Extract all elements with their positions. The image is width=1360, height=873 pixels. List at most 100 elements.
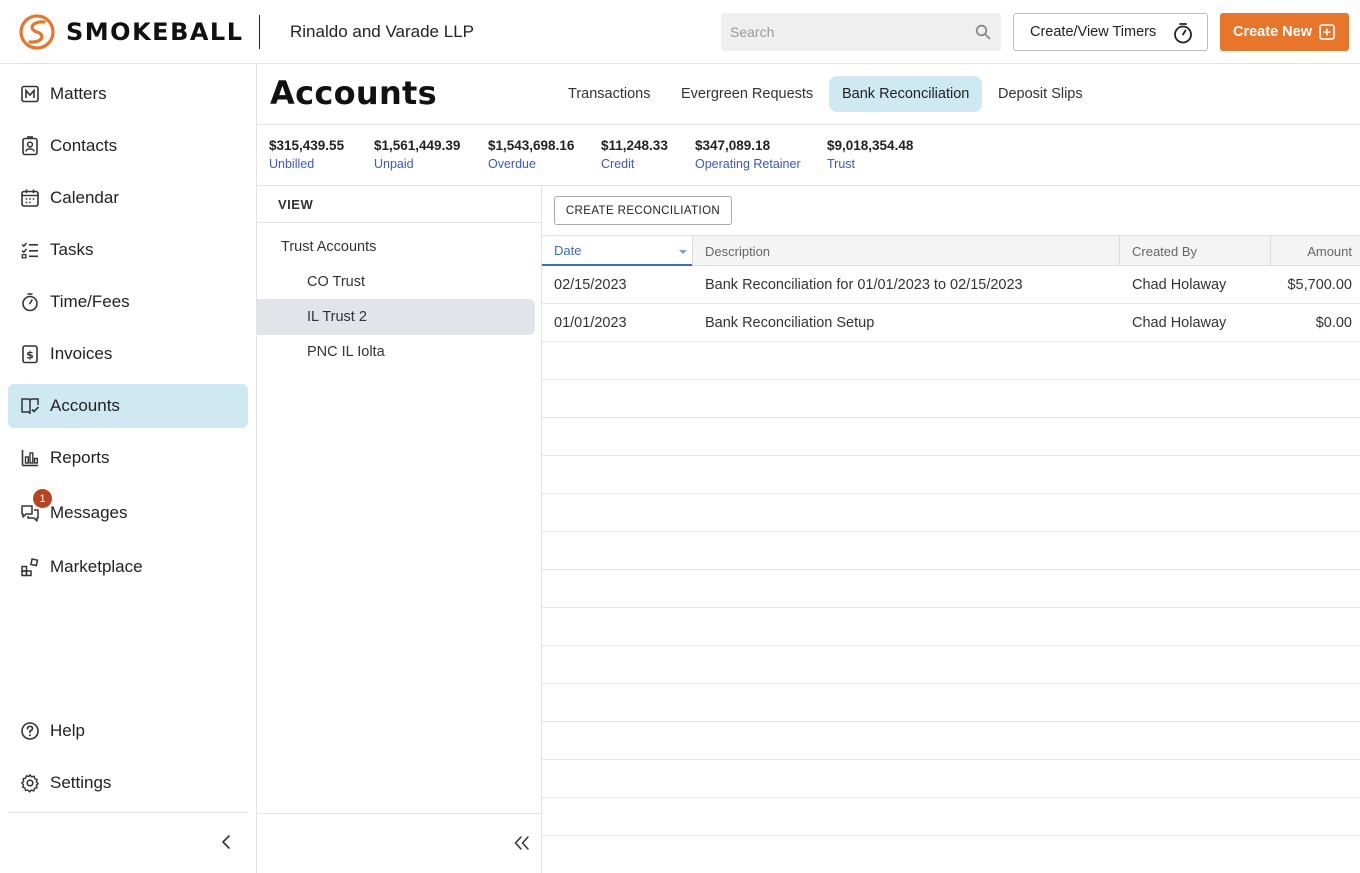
sidebar-item-settings[interactable]: Settings <box>8 761 248 805</box>
column-header-date[interactable]: Date <box>542 236 692 266</box>
cell-date: 01/01/2023 <box>554 315 627 331</box>
create-new-label: Create New <box>1233 24 1312 40</box>
table-header: Date Description Created By Amount <box>542 235 1360 266</box>
empty-table-row <box>542 760 1360 798</box>
sidebar-item-label: Contacts <box>50 136 118 155</box>
sidebar-item-label: Matters <box>50 84 107 103</box>
double-chevron-left-icon[interactable] <box>512 834 532 852</box>
stat-value: $315,439.55 <box>269 138 345 153</box>
empty-table-row <box>542 798 1360 836</box>
reports-icon <box>21 450 38 467</box>
timers-button-label: Create/View Timers <box>1030 24 1157 40</box>
accounts-icon <box>21 398 40 415</box>
brand-name: SMOKEBALL <box>66 18 244 46</box>
sidebar-item-matters[interactable]: Matters <box>8 72 248 116</box>
sidebar-item-label: Settings <box>50 773 112 792</box>
stat-value: $1,561,449.39 <box>374 138 461 153</box>
sidebar-item-label: Calendar <box>50 188 119 207</box>
stat-overdue[interactable]: $1,543,698.16 Overdue <box>488 138 574 171</box>
cell-description: Bank Reconciliation for 01/01/2023 to 02… <box>705 277 1023 293</box>
empty-table-row <box>542 646 1360 684</box>
stat-operating-retainer[interactable]: $347,089.18 Operating Retainer <box>695 138 801 171</box>
empty-table-row <box>542 722 1360 760</box>
stat-value: $1,543,698.16 <box>488 138 575 153</box>
tab-deposit-slips[interactable]: Deposit Slips <box>985 76 1096 112</box>
tab-evergreen-requests[interactable]: Evergreen Requests <box>668 76 826 112</box>
gear-icon <box>21 774 39 793</box>
table-row[interactable]: 01/01/2023 Bank Reconciliation Setup Cha… <box>542 304 1360 342</box>
sidebar-item-label: Help <box>50 721 85 740</box>
tree-item-pnc-il-iolta[interactable]: PNC IL Iolta <box>257 334 535 370</box>
sidebar-item-calendar[interactable]: Calendar <box>8 176 248 220</box>
contacts-icon <box>22 136 38 156</box>
stat-label: Unbilled <box>269 157 315 171</box>
view-heading: VIEW <box>278 197 314 212</box>
sidebar-item-label: Messages <box>50 503 128 522</box>
calendar-icon <box>21 189 39 207</box>
top-bar: SMOKEBALL Rinaldo and Varade LLP Create/… <box>0 0 1360 64</box>
column-header-amount[interactable]: Amount <box>1271 236 1352 266</box>
sidebar-item-invoices[interactable]: $ Invoices <box>8 332 248 376</box>
column-header-description[interactable]: Description <box>705 236 1105 266</box>
sidebar-item-accounts[interactable]: Accounts <box>8 384 248 428</box>
sidebar-item-help[interactable]: Help <box>8 709 248 753</box>
empty-table-row <box>542 608 1360 646</box>
stat-unbilled[interactable]: $315,439.55 Unbilled <box>269 138 344 171</box>
sidebar-item-label: Invoices <box>50 344 113 363</box>
sidebar-item-reports[interactable]: Reports <box>8 436 248 480</box>
tree-root-trust-accounts[interactable]: Trust Accounts <box>281 229 481 265</box>
sidebar-item-marketplace[interactable]: Marketplace <box>8 545 248 589</box>
create-new-button[interactable]: Create New <box>1220 13 1349 51</box>
chevron-left-icon[interactable] <box>218 833 236 851</box>
column-header-label: Date <box>554 242 582 258</box>
sidebar-item-label: Accounts <box>50 396 120 415</box>
sidebar-item-contacts[interactable]: Contacts <box>8 124 248 168</box>
sidebar-item-time-fees[interactable]: Time/Fees <box>8 280 248 324</box>
smokeball-logo[interactable]: SMOKEBALL <box>18 13 244 51</box>
empty-table-row <box>542 380 1360 418</box>
empty-table-row <box>542 342 1360 380</box>
empty-table-row <box>542 456 1360 494</box>
cell-amount: $0.00 <box>1315 315 1352 331</box>
sidebar-item-label: Tasks <box>50 240 94 259</box>
matters-icon <box>21 85 39 103</box>
tasks-icon <box>21 242 38 259</box>
stat-value: $347,089.18 <box>695 138 771 153</box>
sidebar-item-label: Time/Fees <box>50 292 130 311</box>
tab-bank-reconciliation[interactable]: Bank Reconciliation <box>829 76 983 112</box>
cell-date: 02/15/2023 <box>554 277 627 293</box>
search-input[interactable] <box>721 13 971 51</box>
stat-trust[interactable]: $9,018,354.48 Trust <box>827 138 913 171</box>
stat-credit[interactable]: $11,248.33 Credit <box>601 138 668 171</box>
view-divider <box>257 222 541 223</box>
tree-item-il-trust-2[interactable]: IL Trust 2 <box>257 299 535 335</box>
messages-unread-badge: 1 <box>33 489 52 508</box>
create-reconciliation-button[interactable]: CREATE RECONCILIATION <box>554 196 732 225</box>
column-header-created-by[interactable]: Created By <box>1132 236 1262 266</box>
page-title: Accounts <box>270 74 437 112</box>
column-separator[interactable] <box>692 236 693 266</box>
sidebar: Matters Contacts Calendar Tasks Time/Fee… <box>0 64 257 873</box>
stat-label: Operating Retainer <box>695 157 801 171</box>
tree-item-co-trust[interactable]: CO Trust <box>257 264 535 300</box>
view-panel: VIEW Trust Accounts CO Trust IL Trust 2 … <box>257 186 542 873</box>
stat-unpaid[interactable]: $1,561,449.39 Unpaid <box>374 138 460 171</box>
empty-table-row <box>542 494 1360 532</box>
table-row[interactable]: 02/15/2023 Bank Reconciliation for 01/01… <box>542 266 1360 304</box>
column-separator[interactable] <box>1119 236 1120 266</box>
sidebar-item-label: Marketplace <box>50 557 143 576</box>
search-icon[interactable] <box>975 24 991 40</box>
stat-label: Overdue <box>488 157 536 171</box>
tab-transactions[interactable]: Transactions <box>555 76 663 112</box>
cell-description: Bank Reconciliation Setup <box>705 315 875 331</box>
stat-value: $9,018,354.48 <box>827 138 914 153</box>
header-divider <box>257 124 1360 125</box>
sidebar-item-messages[interactable]: 1 Messages <box>8 489 248 535</box>
empty-table-row <box>542 570 1360 608</box>
sidebar-item-tasks[interactable]: Tasks <box>8 228 248 272</box>
plus-box-icon <box>1319 24 1335 40</box>
stat-label: Unpaid <box>374 157 414 171</box>
stat-value: $11,248.33 <box>601 138 668 153</box>
create-view-timers-button[interactable]: Create/View Timers <box>1013 13 1208 51</box>
cell-amount: $5,700.00 <box>1287 277 1352 293</box>
